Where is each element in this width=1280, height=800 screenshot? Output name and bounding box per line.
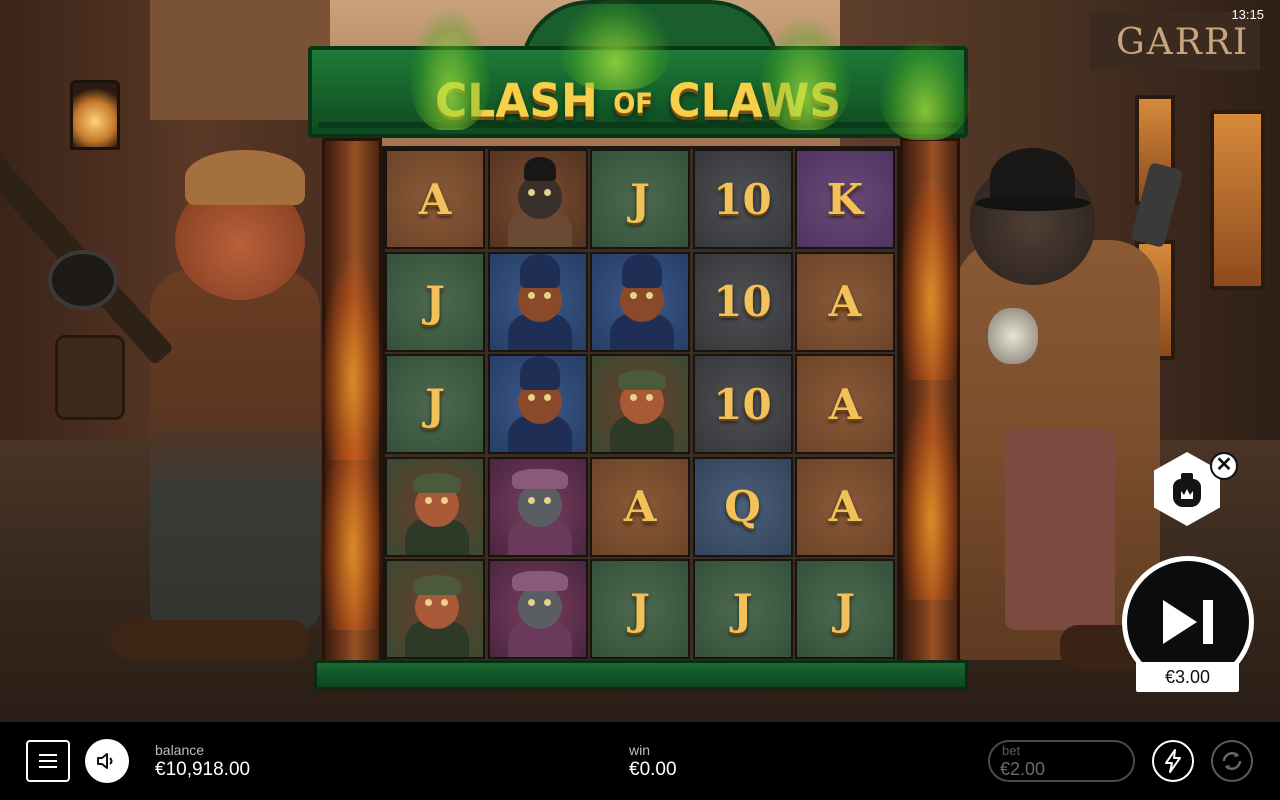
reel-cell: K: [795, 149, 895, 249]
pillar-fire: [900, 400, 960, 600]
symbol-letter: 10: [713, 277, 772, 326]
reel-cell: 10: [692, 251, 793, 352]
green-flame: [880, 40, 970, 140]
money-bag-icon: [1171, 471, 1203, 507]
police-hound-symbol: [592, 253, 688, 350]
bowler-hat-brim: [975, 195, 1090, 211]
cat-gangster-boots: [110, 620, 310, 660]
reel-cell: J: [590, 149, 690, 249]
reel-cell: J: [692, 559, 793, 659]
win-value: €0.00: [629, 759, 677, 780]
left-building-upper: [150, 0, 330, 120]
cat-gangster-symbol: [387, 459, 483, 555]
symbol-letter: J: [835, 584, 855, 634]
symbol-letter: J: [732, 584, 753, 634]
reel-cell: [590, 251, 690, 352]
spin-bet-amount: €3.00: [1136, 662, 1239, 692]
detective-trousers: [1005, 430, 1115, 630]
speaker-icon: [97, 753, 113, 769]
reel-cell: J: [590, 559, 690, 659]
reel-cell: J: [795, 559, 895, 659]
symbol-letter: J: [630, 174, 650, 224]
balance-label: balance: [155, 742, 205, 758]
police-hound-symbol: [490, 253, 586, 350]
tommy-gun-drum: [48, 250, 118, 310]
reel-cell: [487, 456, 588, 557]
reel-cell: Q: [692, 456, 793, 557]
bet-label: bet: [1002, 743, 1021, 758]
reel-cell: [487, 251, 588, 352]
symbol-letter: Q: [724, 482, 761, 531]
grey-cat-fedora-symbol: [490, 459, 586, 555]
pillar-fire: [322, 430, 382, 630]
cat-gangster-body: [150, 270, 320, 630]
police-badge: [988, 308, 1038, 364]
symbol-letter: J: [425, 277, 445, 326]
header-rail: [318, 122, 958, 128]
turbo-button[interactable]: [1152, 740, 1194, 782]
reel-cell: A: [795, 456, 895, 557]
barrel: [55, 335, 125, 420]
autoplay-icon: [1222, 752, 1242, 770]
autoplay-button[interactable]: [1211, 740, 1253, 782]
bottom-bar: balance €10,918.00 win €0.00 bet €2.00: [0, 722, 1280, 800]
reel-cell: [487, 559, 588, 659]
cat-gangster-symbol: [592, 356, 688, 452]
balance-value: €10,918.00: [155, 759, 251, 780]
clock: 13:15: [1231, 7, 1264, 22]
bet-selector[interactable]: bet €2.00: [988, 740, 1135, 782]
building-window: [1210, 110, 1265, 290]
green-flame: [410, 10, 490, 130]
sound-button[interactable]: [85, 739, 129, 783]
symbol-letter: A: [828, 379, 862, 429]
cat-gangster-symbol: [387, 561, 483, 657]
reel-cell: [487, 354, 588, 454]
symbol-letter: A: [828, 482, 862, 531]
reel-cell: 10: [692, 354, 793, 454]
reel-cell: A: [795, 354, 895, 454]
reel-cell: [590, 354, 690, 454]
reel-cell: [385, 559, 485, 659]
symbol-letter: J: [630, 584, 650, 634]
symbol-letter: K: [826, 174, 864, 224]
symbol-letter: 10: [713, 174, 772, 224]
reel-cell: J: [385, 251, 485, 352]
bulldog-bowler-symbol: [490, 151, 586, 247]
bet-value: €2.00: [1000, 759, 1046, 779]
police-hound-symbol: [490, 356, 586, 452]
menu-button[interactable]: [26, 740, 70, 782]
green-flame: [560, 0, 670, 90]
lightning-icon: [1165, 749, 1181, 773]
grey-cat-fedora-symbol: [490, 561, 586, 657]
reel-cell: A: [590, 456, 690, 557]
symbol-letter: A: [418, 174, 452, 224]
game-background: GARRI CLASH OF CLAWS A J 10 K J 10 A J 10 A A Q A J J J: [0, 0, 1280, 722]
hamburger-icon: [39, 754, 57, 756]
cat-gangster-cap: [185, 150, 305, 205]
symbol-letter: A: [623, 482, 657, 531]
title-word-of: OF: [613, 88, 654, 120]
reel-cell: [385, 456, 485, 557]
pillar-fire: [900, 180, 960, 380]
win-label: win: [629, 742, 651, 758]
close-icon[interactable]: ✕: [1210, 452, 1238, 480]
symbol-letter: A: [828, 277, 862, 326]
machine-base: [314, 660, 968, 690]
reel-cell: A: [385, 149, 485, 249]
skip-forward-icon: [1163, 600, 1213, 644]
reel-cell: [487, 149, 588, 249]
street-lamp: [70, 80, 120, 150]
symbol-letter: 10: [713, 379, 772, 429]
symbol-letter: J: [425, 379, 445, 429]
reel-cell: 10: [692, 149, 793, 249]
green-flame: [760, 20, 850, 130]
reel-cell: A: [795, 251, 895, 352]
reel-cell: J: [385, 354, 485, 454]
